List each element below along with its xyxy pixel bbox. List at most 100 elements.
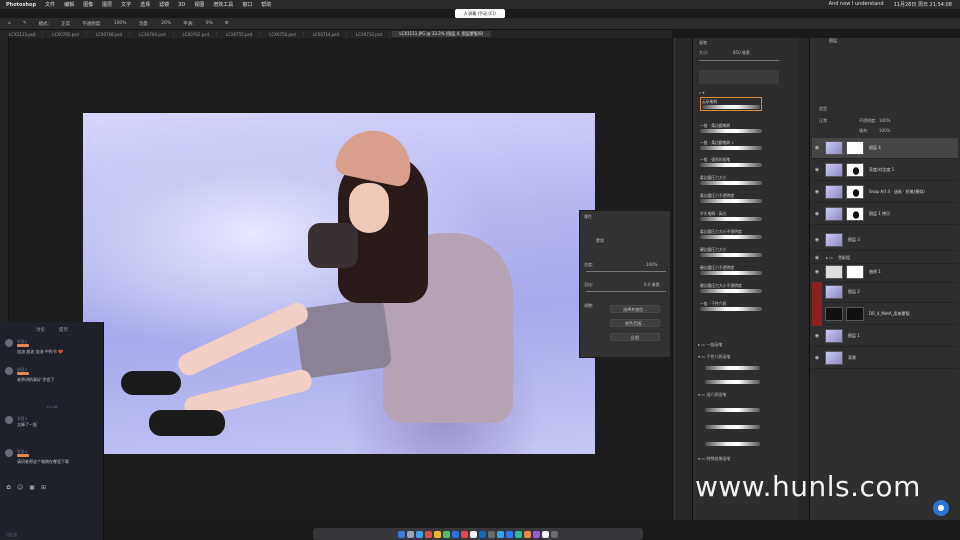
brush-group[interactable]: ▾ ▭ 干性介质画笔 <box>698 354 730 360</box>
menu-image[interactable]: 图像 <box>83 1 93 8</box>
layer-row[interactable]: ◉ Snap Art 4 · 油画 · 铅笔(模拟) <box>812 182 958 203</box>
safari-icon[interactable] <box>416 530 423 538</box>
feather-value[interactable]: 0.0 像素 <box>644 282 660 288</box>
layer-row[interactable]: ◉图层 2 <box>812 282 958 303</box>
menu-3d[interactable]: 3D <box>178 2 185 8</box>
brush-item[interactable]: 一般 · 干性介质 <box>700 301 762 311</box>
layer-row[interactable]: ◉ 图层 4 <box>812 138 958 159</box>
canvas-photo[interactable] <box>83 113 595 454</box>
menu-select[interactable]: 选择 <box>140 1 150 8</box>
density-slider[interactable] <box>586 271 666 272</box>
brush-item[interactable]: 柔边圆压力不透明度 <box>700 193 762 203</box>
menu-filter[interactable]: 滤镜 <box>159 1 169 8</box>
layer-row[interactable]: ◉ 图层 1 拷贝 <box>812 204 958 225</box>
doc-tab-active[interactable]: LCX1111.JPG @ 33.3% (图层 4, 图层蒙版/8) <box>392 31 492 37</box>
photoshop-icon[interactable] <box>497 530 504 538</box>
music-icon[interactable] <box>425 530 432 538</box>
menu-plugins[interactable]: 增效工具 <box>213 1 233 8</box>
brush-size-slider[interactable] <box>699 60 779 61</box>
brush-item[interactable]: 平头笔刷 · 高光 <box>700 211 762 221</box>
eye-icon[interactable]: ◉ <box>812 189 822 195</box>
gift-icon[interactable]: ⊞ <box>41 484 46 491</box>
invert-button[interactable]: 反相 <box>610 333 660 341</box>
brush-item[interactable]: 硬边圆压力不透明度 <box>700 265 762 275</box>
menu-window[interactable]: 窗口 <box>242 1 252 8</box>
chat-tab-discuss[interactable]: 讨论 <box>36 327 45 333</box>
layer-opacity-value[interactable]: 100% <box>879 118 890 123</box>
layer-kind-filter[interactable]: 类型 <box>819 106 827 112</box>
eye-icon[interactable]: ◉ <box>812 211 822 217</box>
eye-icon[interactable]: ◉ <box>812 237 822 243</box>
menu-edit[interactable]: 编辑 <box>64 1 74 8</box>
brush-size-value[interactable]: 850 像素 <box>733 50 750 56</box>
eye-icon[interactable]: ◉ <box>812 355 822 361</box>
app-icon[interactable] <box>533 530 540 538</box>
photos-icon[interactable] <box>470 530 477 538</box>
layer-mask-thumbnail[interactable] <box>846 307 864 321</box>
brush-presets-row[interactable] <box>699 70 779 84</box>
layer-fill-value[interactable]: 100% <box>879 128 890 133</box>
doc-tab[interactable]: LCX0765.psd <box>45 31 87 37</box>
layer-row[interactable]: ◉DR_4_MetA_用来蒙版 <box>812 304 958 325</box>
brush-item[interactable] <box>705 442 760 446</box>
chat-tab-tips[interactable]: 提示 <box>59 327 68 333</box>
brush-item[interactable]: 一般 · 柔边圆笔刷 <box>700 123 762 133</box>
brush-item[interactable]: 柔边圆压力大小 <box>700 175 762 185</box>
opacity-value[interactable]: 100% <box>114 21 127 26</box>
brush-group[interactable]: ▾ ▭ 特殊效果画笔 <box>698 456 730 462</box>
menu-type[interactable]: 文字 <box>121 1 131 8</box>
image-icon[interactable]: ▣ <box>29 484 35 491</box>
gear-icon[interactable]: ⚙ <box>225 21 229 26</box>
doc-tab[interactable]: LCX0755.psd <box>219 31 261 37</box>
layer-mask-thumbnail[interactable] <box>846 265 864 279</box>
doc-tab[interactable]: LCX0714.psd <box>306 31 347 37</box>
brush-item[interactable]: 硬边圆压力大小 <box>700 247 762 257</box>
doc-tab[interactable]: LCX0712.psd <box>349 31 391 37</box>
eye-icon[interactable]: ◉ <box>812 145 822 151</box>
brush-item[interactable] <box>705 380 760 384</box>
calendar-icon[interactable] <box>461 530 468 538</box>
brush-group[interactable]: ▾ ▭ 湿介质画笔 <box>698 392 726 398</box>
brush-item[interactable] <box>705 408 760 412</box>
brush-item[interactable]: 一般 · 强劲的画笔 <box>700 157 762 167</box>
blend-mode-select[interactable]: 正常 <box>819 118 827 124</box>
notes-icon[interactable] <box>434 530 441 538</box>
layer-row[interactable]: ◉ 图层 1 <box>812 326 958 347</box>
emoji-icon[interactable]: ☺ <box>17 484 23 491</box>
density-value[interactable]: 100% <box>646 262 657 267</box>
launchpad-icon[interactable] <box>407 530 414 538</box>
brush-item-selected[interactable]: 云朵笔刷 <box>700 97 762 111</box>
flower-icon[interactable]: ✿ <box>6 484 11 491</box>
feather-slider[interactable] <box>586 291 666 292</box>
brush-item[interactable]: 硬边圆压力大小不透明度 <box>700 283 762 293</box>
layer-mask-thumbnail[interactable] <box>846 207 864 221</box>
brush-group[interactable]: ▸ ▭ 一般画笔 <box>698 342 722 348</box>
smooth-value[interactable]: 0% <box>206 21 213 26</box>
app-name[interactable]: Photoshop <box>6 2 36 8</box>
chat-app-icon[interactable] <box>506 530 513 538</box>
brush-item[interactable] <box>705 366 760 370</box>
layer-row[interactable]: ◉ 图层 3 <box>812 230 958 251</box>
layer-mask-thumbnail[interactable] <box>846 163 864 177</box>
doc-tab[interactable]: LCX0762.psd <box>176 31 217 37</box>
menu-view[interactable]: 视图 <box>194 1 204 8</box>
brush-tool-icon[interactable]: ✎ <box>23 21 27 26</box>
eye-icon[interactable]: ◉ <box>812 167 822 173</box>
brush-item[interactable]: 柔边圆压力大小不透明度 <box>700 229 762 239</box>
doc-tab[interactable]: LCX1113.psd <box>2 31 44 37</box>
doc-tab[interactable]: LCX0750.psd <box>262 31 304 37</box>
doc-tab[interactable]: LCX0768.psd <box>89 31 131 37</box>
home-icon[interactable]: ⌂ <box>8 21 11 26</box>
layer-mask-thumbnail[interactable] <box>846 141 864 155</box>
wechat-icon[interactable] <box>515 530 522 538</box>
flow-value[interactable]: 20% <box>161 21 171 26</box>
appstore-icon[interactable] <box>479 530 486 538</box>
menu-layer[interactable]: 图层 <box>102 1 112 8</box>
mail-icon[interactable] <box>452 530 459 538</box>
notification-pill[interactable]: A 屏幕 (手动 (C)) <box>455 9 505 18</box>
brush-search-icon[interactable]: ⌕ ▾ <box>699 90 705 95</box>
mode-select[interactable]: 正常 <box>61 21 70 27</box>
layer-row[interactable]: ◉ 曲线 1 <box>812 262 958 283</box>
select-and-mask-button[interactable]: 选择并遮住... <box>610 305 660 313</box>
brush-item[interactable] <box>705 425 760 429</box>
